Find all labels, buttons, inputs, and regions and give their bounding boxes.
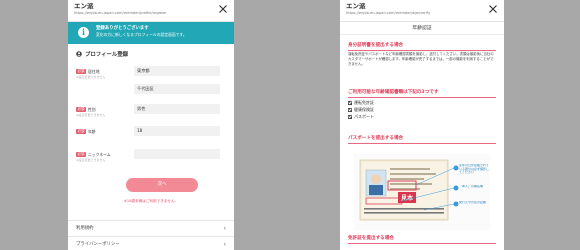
section-heading-id: 身分証明書を提出する場合 bbox=[348, 43, 496, 51]
close-icon[interactable] bbox=[488, 4, 498, 14]
passport-illustration: 見本 生年月日が記載されている部分は必ず撮影してください 「本人」の署名欄 発行… bbox=[354, 154, 490, 230]
background-right bbox=[504, 0, 580, 250]
callout-signature: 「本人」の署名欄 bbox=[459, 185, 484, 188]
header: エン派 https://enjob.en-japan.com/member/pr… bbox=[68, 0, 234, 22]
required-badge: 必須 bbox=[76, 129, 86, 134]
doc-item-label: 運転免許証 bbox=[354, 100, 374, 105]
app-title: エン派 bbox=[74, 2, 94, 10]
callout-issuer: 発行元や氏名の記載 bbox=[459, 201, 487, 204]
doc-item-label: パスポート bbox=[354, 114, 374, 119]
required-badge: 必須 bbox=[76, 152, 86, 157]
notice-title: 登録ありがとうございます bbox=[96, 26, 149, 31]
info-icon: i bbox=[78, 27, 89, 38]
field-sub: ※設定変更できません bbox=[76, 158, 106, 162]
section-title: プロフィール登録 bbox=[68, 44, 234, 58]
chevron-right-icon: › bbox=[223, 241, 226, 248]
notice-banner: i 登録ありがとうございます 変化の方に新しくなるプロフィールの設定画面です。 bbox=[68, 22, 234, 44]
header: エン派 https://enjob.en-japan.com/member/ag… bbox=[340, 0, 504, 22]
footer-link-label: 利用規約 bbox=[76, 226, 94, 231]
person-icon bbox=[76, 51, 82, 57]
doc-item-passport: パスポート bbox=[348, 114, 374, 119]
city-select[interactable]: 千代田区 bbox=[134, 84, 220, 94]
page-url: https://enjob.en-japan.com/member/profil… bbox=[74, 11, 167, 15]
chevron-right-icon: › bbox=[223, 225, 226, 232]
checkbox-icon bbox=[348, 114, 352, 119]
field-sub: ※設定変更できません bbox=[76, 113, 106, 117]
section-body: 運転免許証やパスポートなど年齢確認書類を撮影し、送付してください。書類は撮影後に… bbox=[348, 52, 494, 66]
section-heading-passport: パスポートを提出する場合 bbox=[348, 136, 496, 144]
background-left bbox=[0, 0, 68, 250]
field-sub: ※設定変更できません bbox=[76, 75, 106, 79]
checkbox-icon bbox=[348, 100, 352, 105]
callout-dob: 生年月日が記載されている部分は必ず撮影してください bbox=[459, 164, 490, 175]
checkbox-icon bbox=[348, 107, 352, 112]
age-verify-screen: エン派 https://enjob.en-japan.com/member/ag… bbox=[340, 0, 504, 250]
doc-item-label: 健康保険証 bbox=[354, 107, 374, 112]
next-button[interactable]: 次へ bbox=[126, 178, 198, 192]
section-heading-docs: ご利用可能な年齢確認書類は下記の3つです bbox=[348, 90, 496, 98]
field-label: 居住地 bbox=[88, 69, 100, 74]
doc-item-insurance: 健康保険証 bbox=[348, 107, 374, 112]
page-url: https://enjob.en-japan.com/member/age/ve… bbox=[346, 11, 431, 15]
nickname-input[interactable] bbox=[134, 149, 220, 159]
required-badge: 必須 bbox=[76, 69, 86, 74]
background-middle bbox=[234, 0, 340, 250]
footer-link-terms[interactable]: 利用規約 › bbox=[68, 220, 234, 235]
field-label: ニックネーム bbox=[88, 152, 111, 157]
age-note: ※18歳未満はご利用できません。 bbox=[123, 199, 179, 203]
page-title: 年齢認証 bbox=[340, 22, 504, 35]
section-title-label: プロフィール登録 bbox=[85, 52, 129, 58]
gender-select[interactable]: 男性 bbox=[134, 104, 220, 114]
profile-register-screen: エン派 https://enjob.en-japan.com/member/pr… bbox=[68, 0, 234, 250]
age-input[interactable]: 18 bbox=[134, 126, 220, 136]
close-icon[interactable] bbox=[218, 4, 228, 14]
footer-link-label: プライバシーポリシー bbox=[76, 242, 120, 247]
field-label: 年齢 bbox=[88, 129, 96, 134]
doc-item-license: 運転免許証 bbox=[348, 100, 374, 105]
prefecture-select[interactable]: 東京都 bbox=[134, 66, 220, 76]
required-badge: 必須 bbox=[76, 107, 86, 112]
footer-link-privacy[interactable]: プライバシーポリシー › bbox=[68, 236, 234, 250]
app-title: エン派 bbox=[346, 2, 366, 10]
field-label: 性別 bbox=[88, 107, 96, 112]
notice-body: 変化の方に新しくなるプロフィールの設定画面です。 bbox=[96, 32, 187, 37]
section-heading-license: 免許証を提出する場合 bbox=[348, 236, 496, 244]
